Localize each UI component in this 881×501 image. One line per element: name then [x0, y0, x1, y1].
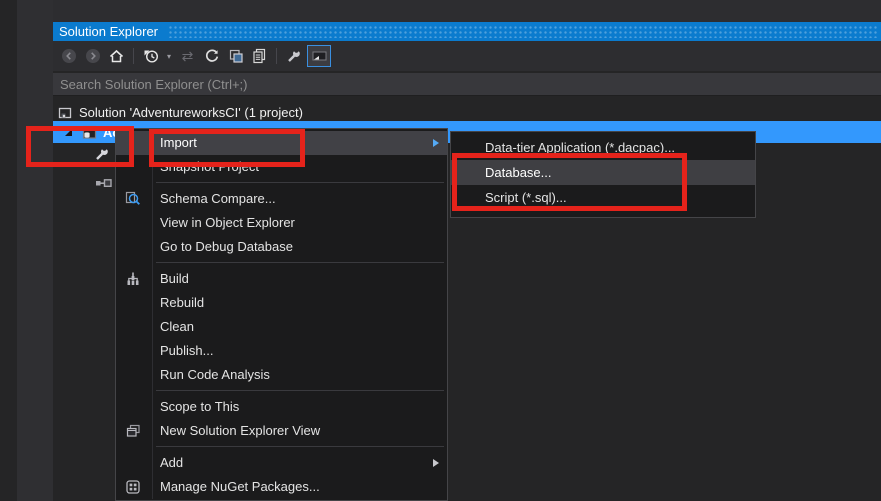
menu-item-rebuild[interactable]: Rebuild	[116, 291, 447, 315]
nuget-icon	[125, 479, 141, 495]
schema-compare-icon	[125, 191, 141, 207]
annotation-box-database-script-items	[452, 153, 687, 211]
menu-separator	[156, 390, 444, 391]
preview-selected-items-icon[interactable]	[307, 45, 331, 67]
tool-window-titlebar[interactable]: Solution Explorer	[53, 22, 881, 41]
menu-item-run-code-analysis[interactable]: Run Code Analysis	[116, 363, 447, 387]
collapse-all-icon[interactable]	[225, 45, 246, 67]
references-node-icon[interactable]	[94, 176, 112, 190]
menu-separator	[156, 182, 444, 183]
submenu-arrow-icon	[433, 458, 439, 467]
home-icon[interactable]	[106, 45, 127, 67]
refresh-icon[interactable]	[201, 45, 222, 67]
context-menu: Import Snapshot Project Schema Compare..…	[115, 128, 448, 501]
forward-icon[interactable]	[82, 45, 103, 67]
menu-item-clean[interactable]: Clean	[116, 315, 447, 339]
back-icon[interactable]	[58, 45, 79, 67]
window-background-left	[0, 0, 17, 501]
menu-item-scope-to-this[interactable]: Scope to This	[116, 395, 447, 419]
menu-item-go-to-debug-database[interactable]: Go to Debug Database	[116, 235, 447, 259]
panel-title: Solution Explorer	[59, 24, 158, 39]
new-solution-explorer-view-icon	[125, 423, 141, 439]
submenu-arrow-icon	[433, 138, 439, 147]
solution-explorer-toolbar: ▾ ⇄	[53, 41, 881, 71]
build-icon	[125, 271, 141, 287]
toolbar-separator	[133, 48, 134, 64]
window-background-gutter	[17, 0, 53, 501]
menu-item-schema-compare[interactable]: Schema Compare...	[116, 187, 447, 211]
menu-separator	[156, 262, 444, 263]
menu-item-add[interactable]: Add	[116, 451, 447, 475]
pending-changes-dropdown-icon[interactable]: ▾	[164, 52, 174, 61]
search-input[interactable]: Search Solution Explorer (Ctrl+;)	[53, 73, 881, 96]
menu-item-new-solution-explorer-view[interactable]: New Solution Explorer View	[116, 419, 447, 443]
pending-changes-icon[interactable]	[140, 45, 161, 67]
menu-item-manage-nuget-packages[interactable]: Manage NuGet Packages...	[116, 475, 447, 499]
menu-item-view-in-object-explorer[interactable]: View in Object Explorer	[116, 211, 447, 235]
menu-item-publish[interactable]: Publish...	[116, 339, 447, 363]
annotation-box-project-node	[26, 126, 134, 167]
menu-separator	[156, 446, 444, 447]
solution-icon	[57, 105, 73, 120]
tree-row-solution[interactable]: Solution 'AdventureworksCI' (1 project)	[53, 103, 881, 121]
menu-item-build[interactable]: Build	[116, 267, 447, 291]
titlebar-grip-pattern	[168, 25, 879, 38]
properties-wrench-icon[interactable]	[283, 45, 304, 67]
annotation-box-import-item	[149, 129, 305, 167]
sync-with-active-document-icon[interactable]: ⇄	[177, 45, 198, 67]
toolbar-separator	[276, 48, 277, 64]
show-all-files-icon[interactable]	[249, 45, 270, 67]
solution-label: Solution 'AdventureworksCI' (1 project)	[79, 104, 303, 120]
search-placeholder: Search Solution Explorer (Ctrl+;)	[60, 76, 248, 92]
